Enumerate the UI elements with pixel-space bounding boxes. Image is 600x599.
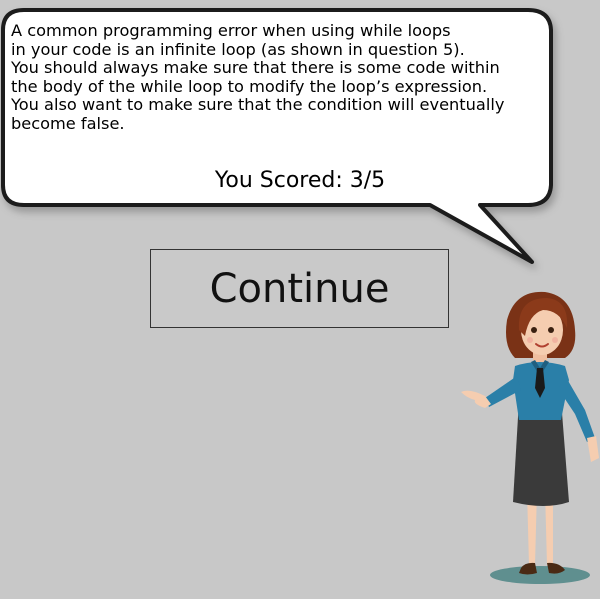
explanation-line: You should always make sure that there i… (11, 58, 500, 78)
character-left-arm (485, 376, 521, 407)
explanation-text: A common programming error when using wh… (11, 21, 551, 134)
score-text: You Scored: 3/5 (214, 168, 386, 193)
floor-shadow (490, 566, 590, 584)
character-eye-left (531, 327, 537, 333)
explanation-line: You also want to make sure that the cond… (11, 95, 505, 115)
character-right-hand (587, 436, 599, 462)
character-left-hand (461, 390, 491, 408)
explanation-line: the body of the while loop to modify the… (11, 76, 488, 96)
character-right-arm (559, 372, 595, 442)
continue-button-label: Continue (209, 265, 390, 312)
continue-button[interactable]: Continue (150, 249, 449, 328)
explanation-line: become false. (11, 113, 125, 133)
explanation-line: A common programming error when using wh… (11, 21, 451, 40)
explanation-line: in your code is an infinite loop (as sho… (11, 39, 465, 59)
teacher-character-icon (461, 291, 599, 584)
character-cheek (552, 337, 558, 343)
character-cheek (527, 337, 533, 343)
character-eye-right (548, 327, 554, 333)
